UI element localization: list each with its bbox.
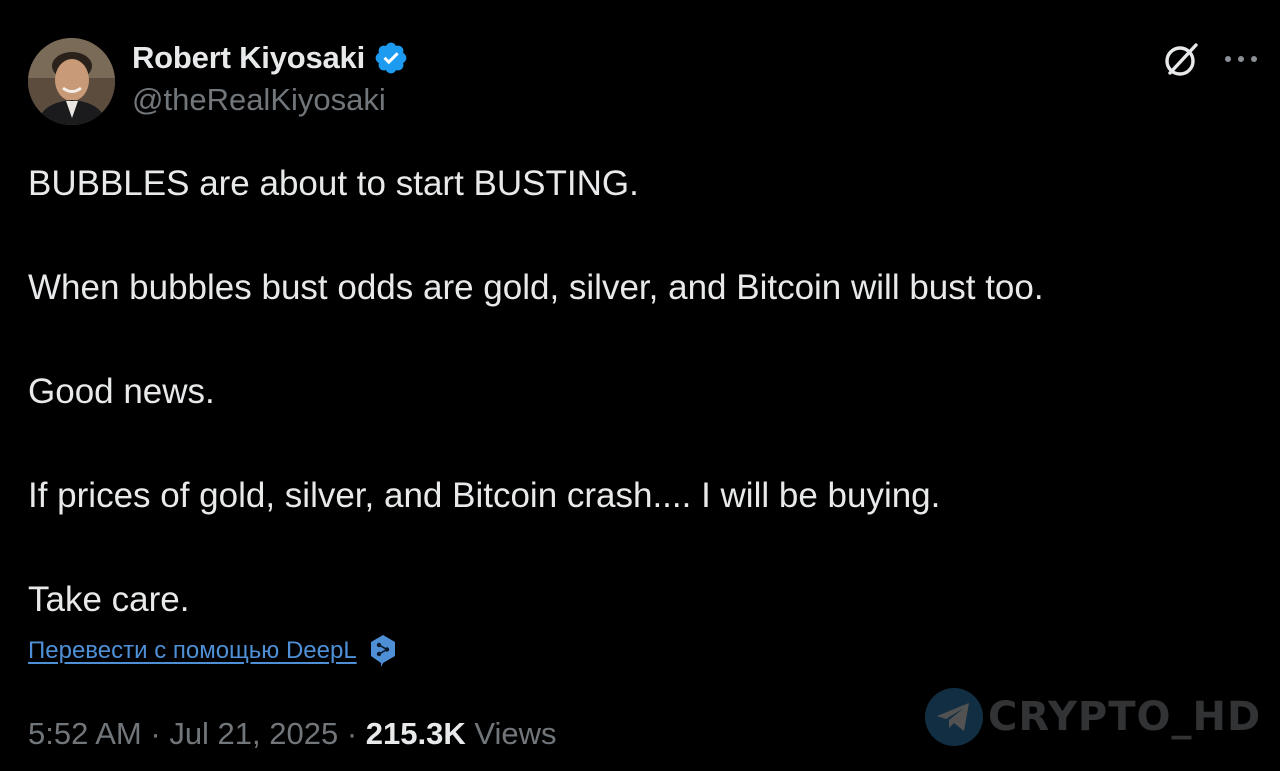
translate-link[interactable]: Перевести с помощью DeepL [28,637,357,665]
tweet-meta: 5:52 AM · Jul 21, 2025 · 215.3K Views [28,716,557,752]
views-count: 215.3K [365,716,466,751]
tweet-time[interactable]: 5:52 AM [28,716,142,751]
tweet-paragraph: When bubbles bust odds are gold, silver,… [28,268,1044,307]
deepl-icon[interactable] [369,634,397,668]
tweet-paragraph: BUBBLES are about to start BUSTING. [28,164,639,203]
tweet-paragraph: If prices of gold, silver, and Bitcoin c… [28,476,941,515]
more-options-icon[interactable] [1222,50,1260,68]
tweet-text: BUBBLES are about to start BUSTING. When… [28,158,1248,626]
display-name[interactable]: Robert Kiyosaki [132,40,365,76]
tweet-paragraph: Good news. [28,372,215,411]
tweet-paragraph: Take care. [28,580,190,619]
translate-row: Перевести с помощью DeepL [28,634,397,668]
avatar[interactable] [28,38,115,125]
views-label: Views [474,716,557,751]
watermark-text: CRYPTO_HD [988,694,1262,740]
handle[interactable]: @theRealKiyosaki [132,82,386,118]
tweet-date[interactable]: Jul 21, 2025 [169,716,338,751]
tweet: Robert Kiyosaki @theRealKiyosaki BUBBLES… [0,0,1280,771]
author-name-row: Robert Kiyosaki [132,38,409,78]
telegram-icon [924,687,984,747]
grok-icon[interactable] [1162,40,1202,80]
verified-badge-icon [373,40,409,76]
meta-separator: · [338,716,366,751]
meta-separator: · [141,716,170,751]
watermark: CRYPTO_HD [924,686,1261,748]
